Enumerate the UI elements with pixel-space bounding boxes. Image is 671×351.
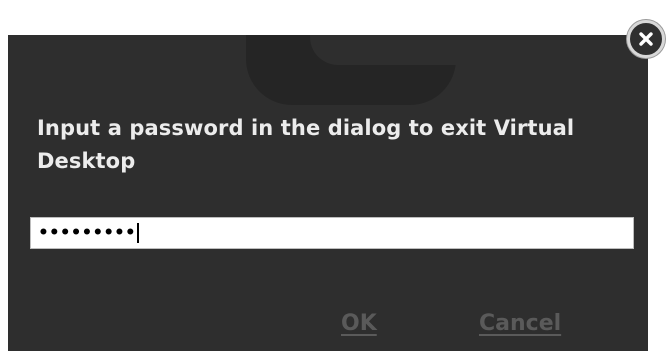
password-masked-value: ••••••••• [38, 223, 136, 243]
exit-password-dialog: Input a password in the dialog to exit V… [8, 35, 648, 351]
text-caret [136, 223, 139, 243]
ok-button[interactable]: OK [341, 311, 377, 337]
password-input[interactable]: ••••••••• [30, 217, 634, 249]
dialog-message: Input a password in the dialog to exit V… [37, 116, 575, 173]
close-button[interactable] [627, 20, 665, 58]
close-icon [639, 32, 653, 46]
cancel-button[interactable]: Cancel [479, 311, 561, 337]
background-logo-mark [246, 35, 456, 105]
